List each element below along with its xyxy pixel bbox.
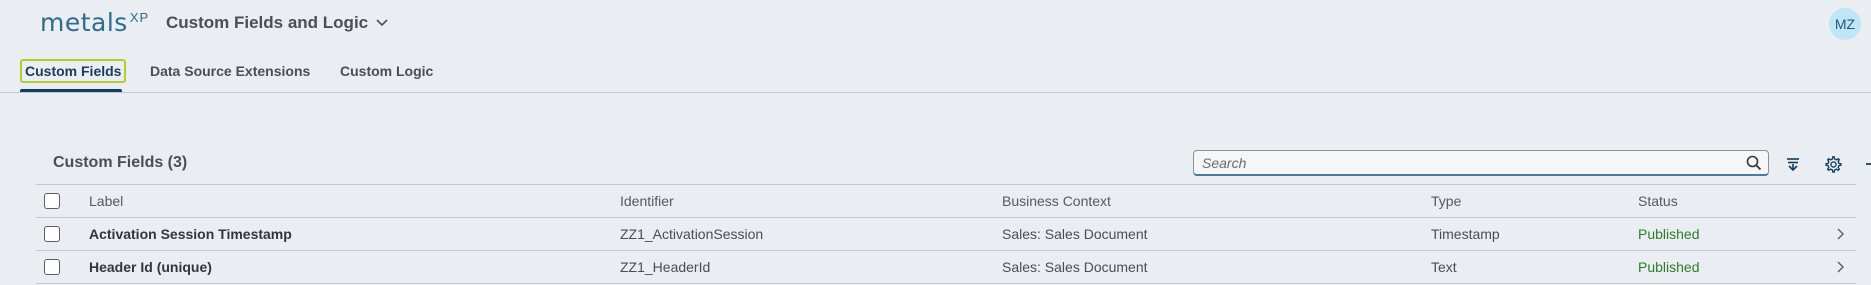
column-header-status[interactable]: Status: [1638, 185, 1678, 217]
row-status: Published: [1638, 226, 1700, 242]
row-status: Published: [1638, 259, 1700, 275]
settings-button[interactable]: [1821, 152, 1845, 176]
app-shell: metals XP Custom Fields and Logic MZ Cus…: [0, 0, 1871, 285]
table-header-row: Label Identifier Business Context Type S…: [36, 184, 1856, 218]
tab-custom-logic[interactable]: Custom Logic: [337, 59, 436, 83]
row-label: Header Id (unique): [89, 259, 212, 275]
add-icon: [1866, 163, 1871, 165]
row-navigation[interactable]: [1836, 218, 1844, 250]
row-checkbox[interactable]: [44, 226, 60, 242]
sort-icon: [1787, 158, 1799, 172]
row-select-cell: [44, 251, 60, 283]
chevron-right-icon: [1837, 261, 1844, 273]
logo-text: metals: [40, 8, 128, 37]
row-navigation[interactable]: [1836, 251, 1844, 283]
sort-button[interactable]: [1781, 152, 1805, 176]
table-title: Custom Fields (3): [53, 154, 188, 171]
row-type: Timestamp: [1431, 226, 1500, 242]
row-select-cell: [44, 218, 60, 250]
table-row[interactable]: Activation Session Timestamp ZZ1_Activat…: [36, 218, 1856, 251]
row-identifier: ZZ1_ActivationSession: [620, 226, 764, 242]
row-identifier: ZZ1_HeaderId: [620, 259, 711, 275]
chevron-right-icon: [1837, 228, 1844, 240]
selected-tab-indicator: [20, 89, 122, 92]
add-button[interactable]: [1861, 152, 1871, 176]
row-business-context: Sales: Sales Document: [1002, 259, 1148, 275]
app-title: Custom Fields and Logic: [166, 13, 369, 32]
search-icon: [1746, 155, 1762, 170]
row-checkbox[interactable]: [44, 259, 60, 275]
select-all-checkbox[interactable]: [44, 193, 60, 209]
search-input[interactable]: [1194, 151, 1740, 174]
column-header-label[interactable]: Label: [89, 185, 123, 217]
column-header-business-context[interactable]: Business Context: [1002, 185, 1111, 217]
tab-custom-fields[interactable]: Custom Fields: [20, 59, 127, 83]
custom-fields-table: Label Identifier Business Context Type S…: [36, 184, 1856, 284]
app-title-menu[interactable]: Custom Fields and Logic: [166, 13, 388, 33]
company-logo[interactable]: metals XP: [40, 8, 149, 37]
shell-header: metals XP Custom Fields and Logic MZ: [0, 0, 1871, 48]
table-row[interactable]: Header Id (unique) ZZ1_HeaderId Sales: S…: [36, 251, 1856, 284]
row-business-context: Sales: Sales Document: [1002, 226, 1148, 242]
tab-data-source-extensions[interactable]: Data Source Extensions: [147, 59, 313, 83]
logo-superscript: XP: [129, 10, 150, 25]
row-type: Text: [1431, 259, 1457, 275]
search-button[interactable]: [1740, 151, 1768, 175]
tab-bar: Custom Fields Data Source Extensions Cus…: [0, 48, 1871, 93]
row-label: Activation Session Timestamp: [89, 226, 292, 242]
search-field: [1193, 150, 1769, 176]
gear-icon: [1824, 155, 1842, 173]
column-header-type[interactable]: Type: [1431, 185, 1461, 217]
table-toolbar: Custom Fields (3): [36, 148, 1871, 184]
user-avatar[interactable]: MZ: [1829, 8, 1861, 40]
chevron-down-icon: [376, 19, 388, 27]
select-all-cell: [44, 185, 60, 217]
column-header-identifier[interactable]: Identifier: [620, 185, 674, 217]
